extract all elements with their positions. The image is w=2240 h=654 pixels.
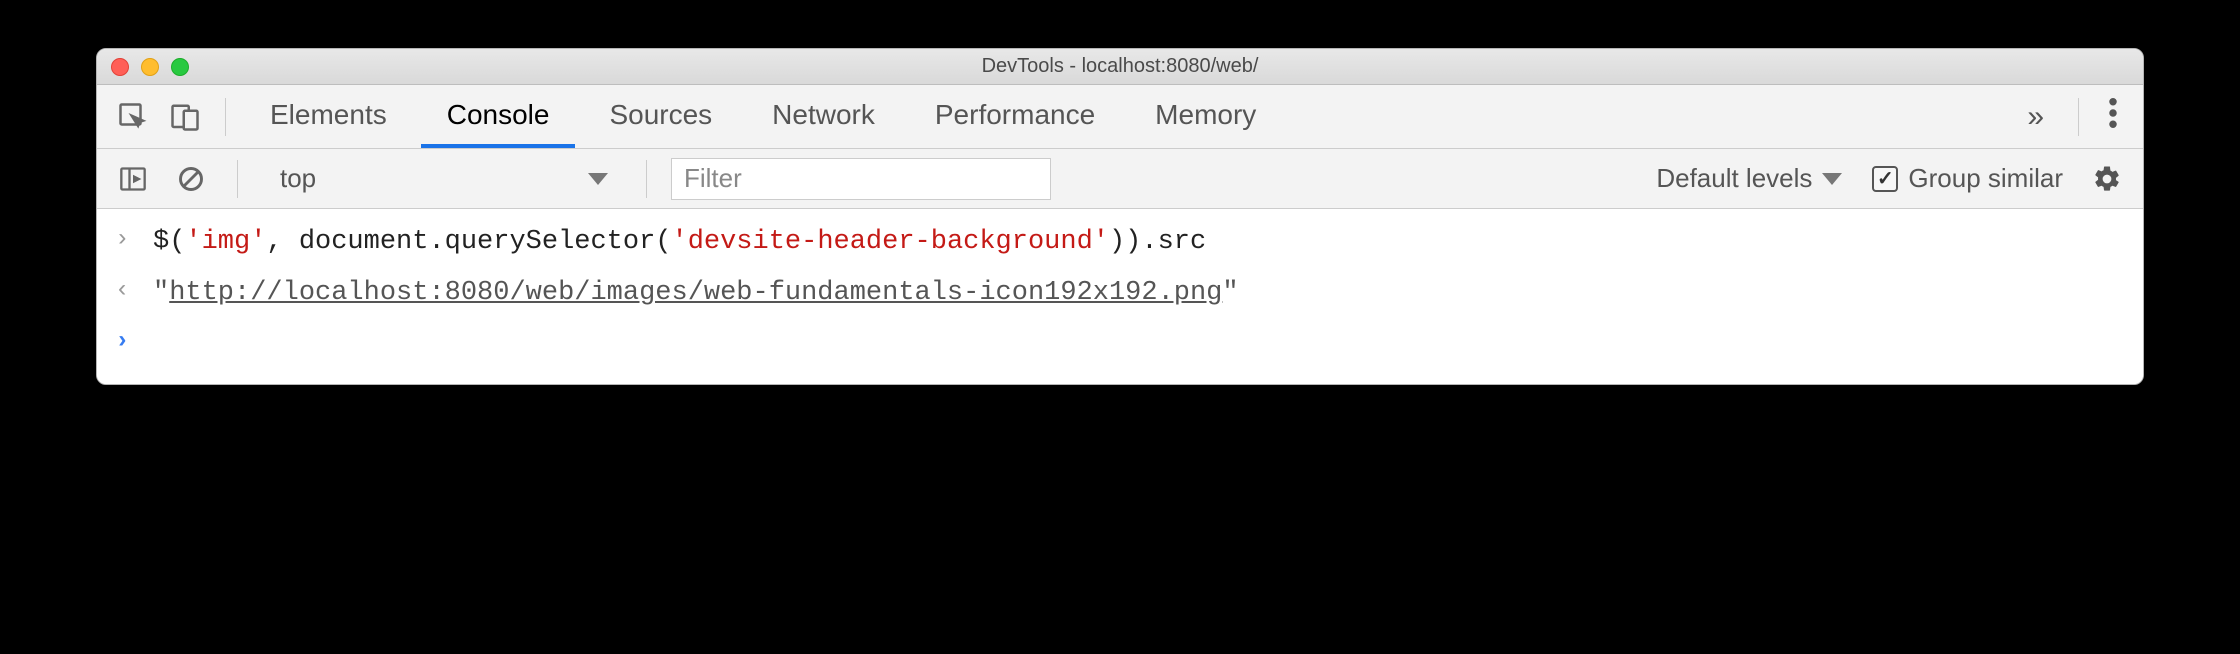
checkbox-checked-icon: ✓	[1872, 166, 1898, 192]
execution-context-select[interactable]: top	[262, 158, 622, 200]
log-levels-label: Default levels	[1656, 163, 1812, 194]
tab-sources[interactable]: Sources	[583, 85, 738, 148]
window-close-button[interactable]	[111, 58, 129, 76]
window-title: DevTools - localhost:8080/web/	[97, 55, 2143, 78]
console-output-row: ‹ "http://localhost:8080/web/images/web-…	[97, 268, 2143, 319]
divider	[646, 160, 647, 198]
more-tabs-icon[interactable]: »	[2011, 100, 2060, 134]
execution-context-label: top	[280, 163, 316, 194]
divider	[225, 98, 226, 136]
show-console-sidebar-icon[interactable]	[111, 157, 155, 201]
overflow-menu-icon[interactable]	[2097, 98, 2129, 135]
window-titlebar: DevTools - localhost:8080/web/	[97, 49, 2143, 85]
inspect-element-icon[interactable]	[111, 95, 155, 139]
chevron-down-icon	[1822, 173, 1842, 185]
clear-console-icon[interactable]	[169, 157, 213, 201]
traffic-lights	[97, 58, 189, 76]
divider	[237, 160, 238, 198]
group-similar-label: Group similar	[1908, 163, 2063, 194]
devtools-window: DevTools - localhost:8080/web/ Elements …	[96, 48, 2144, 385]
device-toolbar-icon[interactable]	[163, 95, 207, 139]
console-input-row: › $('img', document.querySelector('devsi…	[97, 217, 2143, 268]
chevron-down-icon	[588, 173, 608, 185]
tab-elements[interactable]: Elements	[244, 85, 413, 148]
console-input-code[interactable]: $('img', document.querySelector('devsite…	[153, 223, 1206, 262]
input-chevron-icon: ›	[115, 223, 139, 258]
output-chevron-icon: ‹	[115, 274, 139, 309]
console-settings-icon[interactable]	[2085, 157, 2129, 201]
group-similar-toggle[interactable]: ✓ Group similar	[1864, 163, 2071, 194]
devtools-tabbar: Elements Console Sources Network Perform…	[97, 85, 2143, 149]
console-prompt-row[interactable]: ›	[97, 319, 2143, 366]
tab-network[interactable]: Network	[746, 85, 901, 148]
console-output-value: "http://localhost:8080/web/images/web-fu…	[153, 274, 1239, 313]
divider	[2078, 98, 2079, 136]
log-levels-select[interactable]: Default levels	[1648, 163, 1850, 194]
tab-console[interactable]: Console	[421, 85, 576, 148]
console-filter-input[interactable]	[671, 158, 1051, 200]
window-maximize-button[interactable]	[171, 58, 189, 76]
console-toolbar: top Default levels ✓ Group similar	[97, 149, 2143, 209]
output-url-link[interactable]: http://localhost:8080/web/images/web-fun…	[169, 278, 1222, 308]
console-body: › $('img', document.querySelector('devsi…	[97, 209, 2143, 384]
window-minimize-button[interactable]	[141, 58, 159, 76]
tab-memory[interactable]: Memory	[1129, 85, 1282, 148]
prompt-chevron-icon: ›	[115, 325, 139, 360]
tab-performance[interactable]: Performance	[909, 85, 1121, 148]
